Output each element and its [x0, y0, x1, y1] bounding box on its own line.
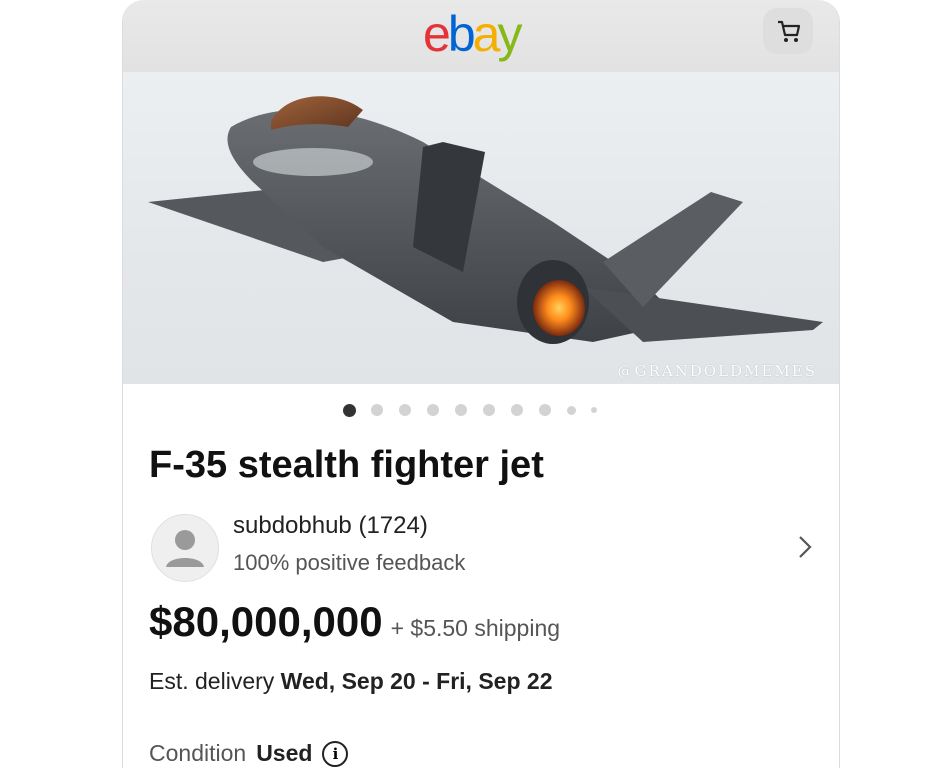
app-header: ebay [123, 0, 839, 73]
fighter-jet-image [148, 96, 823, 344]
image-carousel-dots[interactable] [343, 404, 663, 424]
carousel-dot[interactable] [427, 404, 439, 416]
carousel-dot[interactable] [371, 404, 383, 416]
listing-title: F-35 stealth fighter jet [149, 444, 544, 486]
ebay-logo[interactable]: ebay [423, 6, 522, 62]
carousel-dot[interactable] [399, 404, 411, 416]
carousel-dot[interactable] [455, 404, 467, 416]
price-row: $80,000,000 + $5.50 shipping [149, 598, 560, 654]
user-icon [166, 530, 204, 567]
watermark: @GRANDOLDMEMES [617, 362, 817, 380]
logo-letter: b [447, 6, 476, 62]
logo-letter: y [497, 6, 522, 62]
logo-letter: a [472, 6, 501, 62]
carousel-dot-active[interactable] [343, 404, 356, 417]
seller-name: subdobhub (1724) [233, 512, 428, 539]
delivery-dates: Wed, Sep 20 - Fri, Sep 22 [280, 668, 553, 694]
carousel-dot[interactable] [591, 407, 597, 413]
product-image[interactable]: @GRANDOLDMEMES [123, 72, 839, 384]
seller-info-row[interactable]: subdobhub (1724) 100% positive feedback [149, 510, 819, 586]
condition-label: Condition [149, 740, 247, 766]
carousel-dot[interactable] [539, 404, 551, 416]
carousel-dot[interactable] [511, 404, 523, 416]
logo-letter: e [423, 6, 451, 62]
chevron-right-icon [799, 536, 812, 558]
condition-row: Condition Used i [149, 740, 349, 767]
carousel-dot[interactable] [567, 406, 576, 415]
phone-screen: ebay @GRANDOLDMEMES F-35 stealth fighter… [122, 0, 840, 768]
carousel-dot[interactable] [483, 404, 495, 416]
info-icon[interactable]: i [322, 741, 349, 767]
price: $80,000,000 [149, 598, 383, 645]
delivery-label: Est. delivery [149, 668, 281, 694]
seller-feedback: 100% positive feedback [233, 550, 466, 575]
cart-button[interactable] [763, 8, 813, 54]
seller-avatar [151, 514, 219, 582]
condition-value: Used [256, 740, 313, 766]
cart-icon [778, 20, 801, 42]
estimated-delivery: Est. delivery Wed, Sep 20 - Fri, Sep 22 [149, 668, 553, 695]
shipping-cost: + $5.50 shipping [390, 615, 561, 641]
